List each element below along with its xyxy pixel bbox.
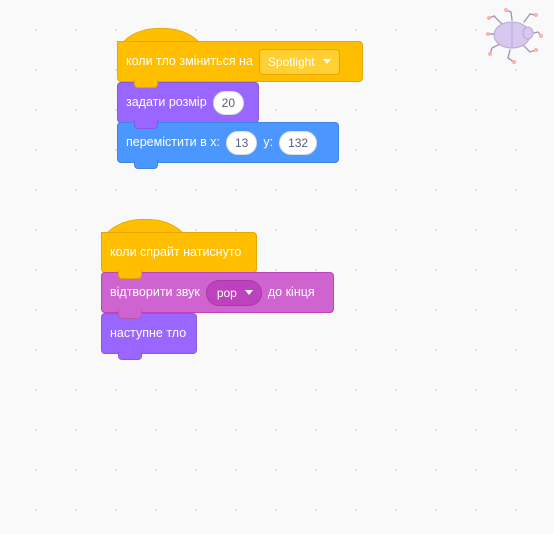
sound-dropdown[interactable]: pop bbox=[205, 279, 262, 306]
set-size-label: задати розмір bbox=[126, 95, 207, 110]
y-input[interactable]: 132 bbox=[279, 130, 318, 155]
go-to-label: перемістити в x: bbox=[126, 135, 220, 150]
hat-label: коли спрайт натиснуто bbox=[110, 245, 242, 260]
until-done-label: до кінця bbox=[267, 285, 315, 300]
size-input[interactable]: 20 bbox=[212, 90, 245, 115]
chevron-down-icon bbox=[244, 290, 253, 295]
next-backdrop-block[interactable]: наступне тло bbox=[101, 313, 197, 360]
hat-label: коли тло зміниться на bbox=[126, 54, 253, 69]
beetle-icon[interactable] bbox=[484, 8, 544, 64]
x-input[interactable]: 13 bbox=[225, 130, 258, 155]
play-sound-label: відтворити звук bbox=[110, 285, 200, 300]
next-backdrop-label: наступне тло bbox=[110, 326, 187, 341]
set-size-block[interactable]: задати розмір 20 bbox=[117, 82, 259, 129]
y-label: y: bbox=[263, 135, 274, 150]
beetle-icon-graphic bbox=[486, 8, 543, 64]
sound-dropdown-value: pop bbox=[216, 285, 237, 300]
chevron-down-icon bbox=[322, 59, 331, 64]
when-backdrop-switches-hat-block[interactable]: коли тло зміниться на Spotlight bbox=[117, 28, 363, 88]
backdrop-dropdown[interactable]: Spotlight bbox=[258, 48, 340, 75]
when-sprite-clicked-hat-block[interactable]: коли спрайт натиснуто bbox=[101, 219, 257, 279]
backdrop-dropdown-value: Spotlight bbox=[267, 54, 315, 69]
